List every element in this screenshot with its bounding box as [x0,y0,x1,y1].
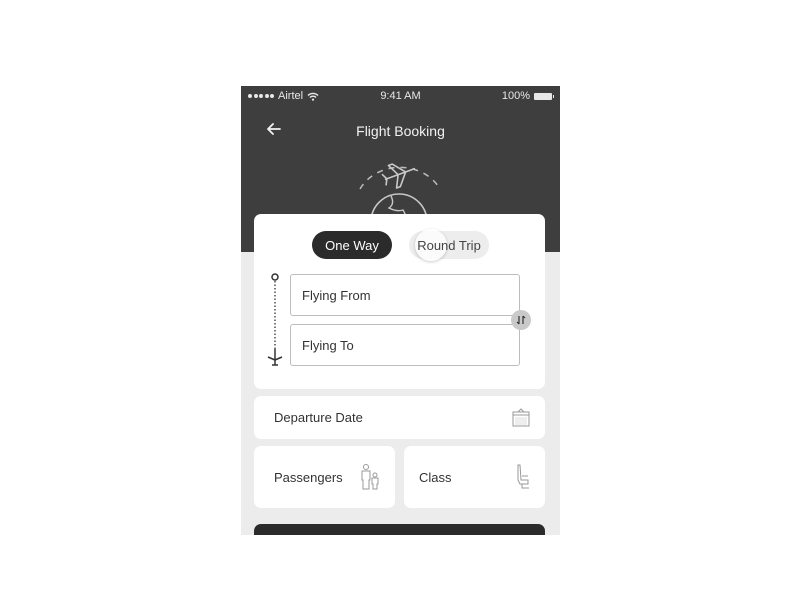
departure-date-field[interactable]: Departure Date [254,396,545,439]
trip-type-toggle: One Way Round Trip [312,229,489,261]
swap-vertical-icon [516,315,526,325]
passengers-label: Passengers [274,469,343,485]
swap-button[interactable] [511,310,531,330]
status-bar: Airtel 9:41 AM 100% [241,86,560,106]
calendar-icon [512,408,530,427]
round-trip-label: Round Trip [417,237,481,253]
battery-icon [534,92,554,100]
flying-from-input[interactable]: Flying From [290,274,520,316]
class-field[interactable]: Class [404,446,545,508]
passengers-field[interactable]: Passengers [254,446,395,508]
departure-date-label: Departure Date [274,410,363,425]
family-icon [361,464,379,490]
page-title: Flight Booking [356,123,445,139]
phone-screen: Airtel 9:41 AM 100% Flight Booking One W… [241,86,560,535]
search-flights-button[interactable] [254,524,545,535]
route-card: One Way Round Trip Flying From Flying To [254,214,545,389]
route-line-icon [267,273,283,366]
battery-percent: 100% [501,90,530,102]
flying-to-input[interactable]: Flying To [290,324,520,366]
one-way-tab[interactable]: One Way [312,231,392,259]
class-label: Class [419,469,452,485]
seat-icon [517,464,529,489]
round-trip-tab[interactable]: Round Trip [409,229,489,261]
